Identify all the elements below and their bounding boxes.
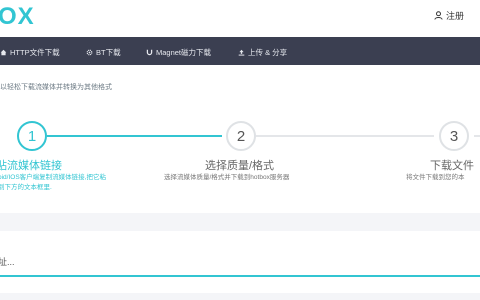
- nav-item-label: Magnet磁力下载: [156, 48, 212, 57]
- step-3-desc: 将文件下载到您的本: [406, 174, 465, 181]
- step-connector-pending: [474, 135, 480, 137]
- step-1-desc-line-1: oid/IOS客户端复制流媒体链接,把它粘: [0, 174, 106, 181]
- magnet-icon: [146, 49, 153, 56]
- gear-icon: [86, 49, 93, 56]
- upload-icon: [238, 49, 245, 56]
- section-divider: [0, 293, 480, 300]
- user-icon: [434, 11, 443, 20]
- step-2-title: 选择质量/格式: [205, 160, 275, 172]
- top-bar: OX 注册: [0, 0, 480, 37]
- step-3-title: 下载文件: [430, 160, 474, 172]
- step-1-circle: 1: [17, 121, 47, 151]
- nav-item-label: HTTP文件下载: [10, 48, 60, 57]
- register-link[interactable]: 注册: [434, 9, 464, 22]
- intro-text: 以轻松下载流媒体并转换为其他格式: [0, 84, 112, 91]
- main-nav: HTTP文件下载 BT下载 Magnet磁力下载 上传 & 分享: [0, 37, 480, 65]
- home-icon: [0, 49, 7, 56]
- register-label: 注册: [445, 11, 464, 21]
- step-1-desc-line-2: 到下方的文本框里.: [0, 184, 52, 191]
- step-connector-done: [47, 135, 222, 137]
- step-connector-pending: [256, 135, 434, 137]
- step-3-circle: 3: [439, 121, 469, 151]
- site-logo[interactable]: OX: [0, 3, 35, 31]
- step-2-circle: 2: [226, 121, 256, 151]
- nav-item-upload-share[interactable]: 上传 & 分享: [238, 47, 287, 58]
- step-1-title: 贴流媒体链接: [0, 160, 62, 172]
- stream-url-input[interactable]: [0, 249, 480, 277]
- nav-item-magnet-download[interactable]: Magnet磁力下载: [146, 47, 211, 58]
- step-2-desc: 选择流媒体质量/格式并下载到hotbox服务器: [164, 174, 290, 181]
- nav-item-label: 上传 & 分享: [248, 48, 288, 57]
- nav-item-http-download[interactable]: HTTP文件下载: [0, 47, 60, 58]
- nav-item-bt-download[interactable]: BT下载: [86, 47, 121, 58]
- section-divider: [0, 213, 480, 231]
- nav-item-label: BT下载: [96, 48, 121, 57]
